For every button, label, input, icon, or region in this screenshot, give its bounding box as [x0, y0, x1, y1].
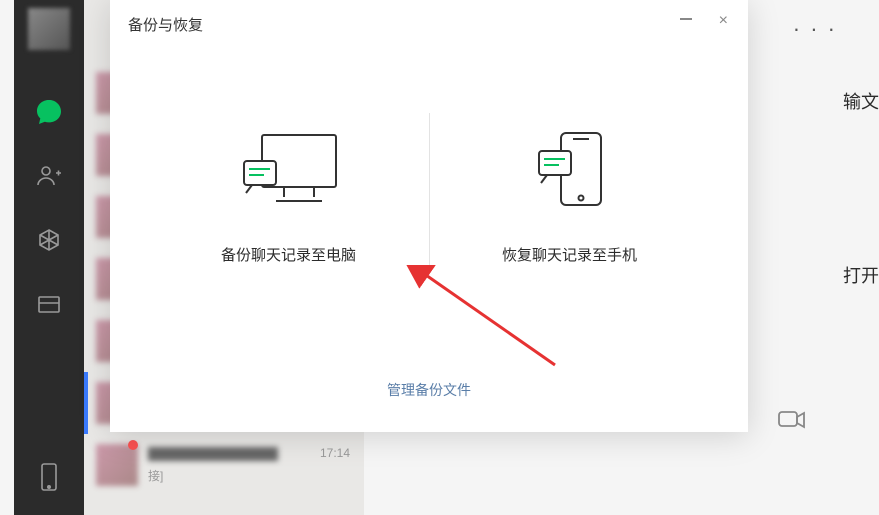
phone-restore-icon	[525, 120, 615, 220]
right-text-2: 打开	[843, 262, 879, 288]
manage-backup-link[interactable]: 管理备份文件	[110, 380, 748, 400]
sidebar	[14, 0, 84, 515]
modal-body: 备份聊天记录至电脑 恢复聊天记录至手机	[110, 100, 748, 285]
chat-icon[interactable]	[35, 98, 63, 126]
favorites-icon[interactable]	[35, 226, 63, 254]
files-icon[interactable]	[35, 290, 63, 318]
backup-to-computer-option[interactable]: 备份聊天记录至电脑	[149, 100, 429, 285]
more-icon[interactable]: · · ·	[793, 16, 837, 42]
restore-label: 恢复聊天记录至手机	[502, 244, 637, 265]
minimize-icon[interactable]	[680, 18, 692, 20]
backup-label: 备份聊天记录至电脑	[221, 244, 356, 265]
contacts-icon[interactable]	[35, 162, 63, 190]
chat-name	[148, 447, 278, 461]
chat-item[interactable]: 接] 17:14	[84, 434, 364, 496]
chat-avatar	[96, 444, 138, 486]
user-avatar[interactable]	[28, 8, 70, 50]
monitor-icon	[234, 120, 344, 220]
phone-icon[interactable]	[35, 463, 63, 491]
video-call-icon[interactable]	[777, 408, 807, 437]
unread-badge	[128, 440, 138, 450]
close-icon[interactable]: ×	[719, 12, 728, 30]
restore-to-phone-option[interactable]: 恢复聊天记录至手机	[430, 100, 710, 285]
active-indicator	[84, 372, 88, 434]
modal-title: 备份与恢复	[128, 14, 203, 35]
chat-time: 17:14	[320, 446, 350, 460]
chat-preview: 接]	[148, 467, 278, 484]
right-text-1: 输文	[843, 88, 879, 114]
backup-restore-modal: 备份与恢复 × 备份聊天记录至电脑	[110, 0, 748, 432]
